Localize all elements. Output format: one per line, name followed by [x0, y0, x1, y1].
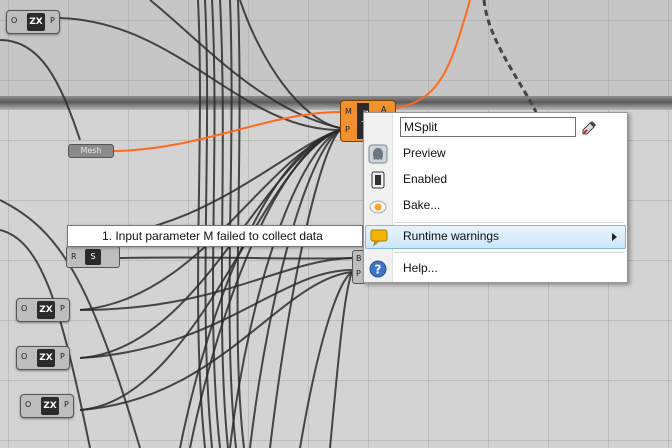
zx-component-3[interactable]: O ZX P: [16, 346, 70, 370]
menu-item-preview[interactable]: Preview: [365, 142, 626, 166]
menu-item-label: Runtime warnings: [403, 229, 500, 243]
zx-component-2[interactable]: O ZX P: [16, 298, 70, 322]
enabled-toggle-icon: [371, 171, 385, 189]
msplit-input-m[interactable]: M: [345, 107, 352, 116]
zx-output-pin[interactable]: P: [60, 352, 65, 361]
grasshopper-canvas[interactable]: O ZX P O ZX P O ZX P O ZX P Mesh R S B P…: [0, 0, 672, 448]
zx-input-pin[interactable]: O: [21, 352, 27, 361]
preview-ghost-icon: [368, 144, 388, 164]
menu-item-enabled[interactable]: Enabled: [365, 168, 626, 192]
warning-balloon-icon: [370, 229, 388, 247]
menu-item-bake[interactable]: Bake...: [365, 194, 626, 218]
zx-input-pin[interactable]: O: [25, 400, 31, 409]
menu-item-help[interactable]: ? Help...: [365, 257, 626, 281]
zx-output-pin[interactable]: P: [60, 304, 65, 313]
submenu-arrow-icon: [612, 233, 617, 241]
warning-tooltip: 1. Input parameter M failed to collect d…: [67, 225, 363, 247]
menu-item-runtime-warnings[interactable]: Runtime warnings: [365, 225, 626, 249]
zx-output-pin[interactable]: P: [50, 16, 55, 25]
zx-input-pin[interactable]: O: [21, 304, 27, 313]
menu-item-label: Help...: [403, 261, 438, 275]
rs-input-pin[interactable]: R: [71, 252, 77, 261]
help-question-icon: ?: [369, 260, 387, 278]
menu-item-label: Bake...: [403, 198, 441, 212]
menu-separator: [394, 252, 624, 253]
zx-component-4[interactable]: O ZX P: [20, 394, 74, 418]
bake-egg-icon: [369, 200, 387, 214]
zx-output-pin[interactable]: P: [64, 400, 69, 409]
zx-input-pin[interactable]: O: [11, 16, 17, 25]
rs-tag: S: [85, 249, 101, 265]
tooltip-message: 1. Input parameter M failed to collect d…: [102, 229, 323, 243]
menu-item-label: Enabled: [403, 172, 448, 186]
svg-text:?: ?: [375, 263, 382, 277]
p-pin[interactable]: P: [356, 269, 361, 278]
mesh-param[interactable]: Mesh: [68, 144, 114, 158]
menu-separator: [394, 222, 624, 223]
zx-tag: ZX: [37, 349, 55, 367]
rs-component[interactable]: R S: [66, 246, 120, 268]
b-pin[interactable]: B: [356, 254, 362, 263]
color-picker-icon[interactable]: [582, 119, 598, 135]
zx-component-1[interactable]: O ZX P: [6, 10, 60, 34]
zx-tag: ZX: [37, 301, 55, 319]
msplit-input-p[interactable]: P: [345, 125, 350, 134]
zx-tag: ZX: [41, 397, 59, 415]
zx-tag: ZX: [27, 13, 45, 31]
menu-item-label: Preview: [403, 146, 446, 160]
component-name-input[interactable]: [400, 117, 576, 137]
component-context-menu: Preview Enabled Bake... Runtime warnings: [363, 112, 628, 283]
